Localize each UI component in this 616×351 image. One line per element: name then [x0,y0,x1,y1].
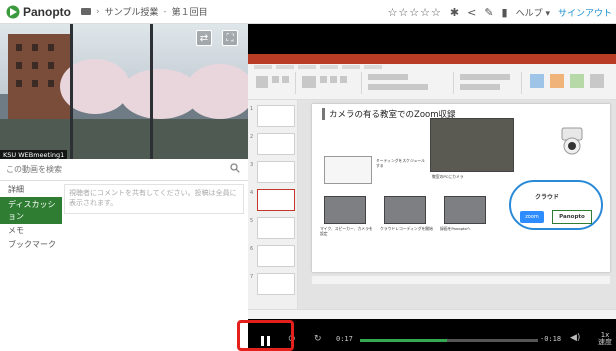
tab-details[interactable]: 詳細 [0,183,62,197]
ppt-ribbon [248,64,616,100]
rating-stars[interactable]: ☆☆☆☆☆ [388,6,442,19]
slide-thumbnail-selected[interactable]: 4 [250,189,295,211]
speed-label: 速度 [598,338,612,346]
caption-setup: マイク、スピーカー、カメラを設定 [320,226,373,236]
progress-fill [360,339,448,342]
slide-thumbnail[interactable]: 5 [250,217,295,239]
sidebar-tabs: 詳細 ディスカッション メモ ブックマーク [0,183,62,252]
header-actions: ☆☆☆☆☆ ✱ < ✎ ▮ ヘルプ ▾ サインアウト [388,0,612,24]
step-photo-3 [444,196,486,224]
swap-view-icon[interactable]: ⇄ [196,30,212,46]
caption-upload: 録画をPanoptoへ [440,226,471,231]
step-photo-2 [384,196,426,224]
current-slide: カメラの有る教室でのZoom収録 ミーティングをスケジュールする 教室のPCにカ… [312,104,610,272]
breadcrumb-dash: - [163,6,167,17]
folder-icon [81,8,91,15]
classroom-camera-photo [430,118,514,172]
zoom-logo: zoom [520,211,544,223]
ptz-camera-image [561,127,583,155]
fullscreen-icon[interactable]: ⛶ [222,30,238,46]
window-frame [150,24,153,159]
speed-control[interactable]: 1x 速度 [598,332,612,346]
ppt-title-bar [248,54,616,64]
panopto-slide-logo: Panopto [552,210,592,224]
slide-thumbnails: 1 2 3 4 5 6 7 [248,100,298,309]
gear-icon[interactable]: ✱ [450,6,459,19]
step-photo-1 [324,196,366,224]
current-time: 0:17 [336,335,353,343]
ppt-status-bar [248,309,616,319]
player-controls: ⊙ ↻ 0:17 -0:18 ◀) 1x 速度 [248,329,616,351]
powerpoint-window: 1 2 3 4 5 6 7 カメラの有る教室でのZoom収録 ミーティングをスケ… [248,54,616,319]
forward-icon[interactable]: ↻ [314,334,322,344]
caption-record: クラウドレコーディングを開始 [380,226,433,231]
zoom-schedule-screenshot [324,156,372,184]
breadcrumb-session: 第１回目 [171,8,208,18]
comment-input[interactable]: 視聴者にコメントを共有してください。投稿は全員に表示されます。 [64,184,244,214]
search-input[interactable] [6,165,216,174]
presentation-stage[interactable]: 1 2 3 4 5 6 7 カメラの有る教室でのZoom収録 ミーティングをスケ… [248,24,616,351]
webcam-label: KSU WEBmeeting1 [0,150,68,159]
slide-thumbnail[interactable]: 1 [250,105,295,127]
help-menu[interactable]: ヘルプ ▾ [516,6,550,19]
highlight-annotation-box [237,320,294,351]
slide-editor: カメラの有る教室でのZoom収録 ミーティングをスケジュールする 教室のPCにカ… [298,100,616,309]
cherry-tree [185,64,248,119]
volume-icon[interactable]: ◀) [570,333,580,343]
progress-bar[interactable] [360,339,538,342]
caption-camera: 教室のPCにカメラ [432,174,464,179]
slide-thumbnail[interactable]: 6 [250,245,295,267]
search-icon[interactable] [230,163,240,173]
share-icon[interactable]: < [467,6,476,19]
video-search [0,159,248,181]
signout-link[interactable]: サインアウト [558,6,612,19]
slide-thumbnail[interactable]: 2 [250,133,295,155]
breadcrumb-folder-link[interactable]: サンプル授業 [105,5,159,18]
slide-notes [312,276,610,284]
breadcrumb-separator: › [96,6,100,17]
edit-pencil-icon[interactable]: ✎ [484,6,493,19]
slide-thumbnail[interactable]: 3 [250,161,295,183]
stats-icon[interactable]: ▮ [502,6,508,19]
slide-thumbnail[interactable]: 7 [250,273,295,295]
breadcrumb: › サンプル授業 - 第１回目 [81,5,208,18]
tab-discussion[interactable]: ディスカッション [0,197,62,224]
caption-schedule: ミーティングをスケジュールする [376,158,425,168]
panopto-logo-icon [6,5,20,18]
tab-bookmarks[interactable]: ブックマーク [0,238,62,252]
tab-notes[interactable]: メモ [0,224,62,238]
top-bar: Panopto › サンプル授業 - 第１回目 ☆☆☆☆☆ ✱ < ✎ ▮ ヘル… [0,0,616,24]
panopto-logo[interactable]: Panopto [6,5,71,19]
remaining-time: -0:18 [540,335,562,343]
cloud-label: クラウド [535,194,560,201]
window-frame [70,24,73,159]
logo-text: Panopto [23,4,71,19]
webcam-video[interactable]: ⇄ ⛶ KSU WEBmeeting1 [0,24,248,159]
